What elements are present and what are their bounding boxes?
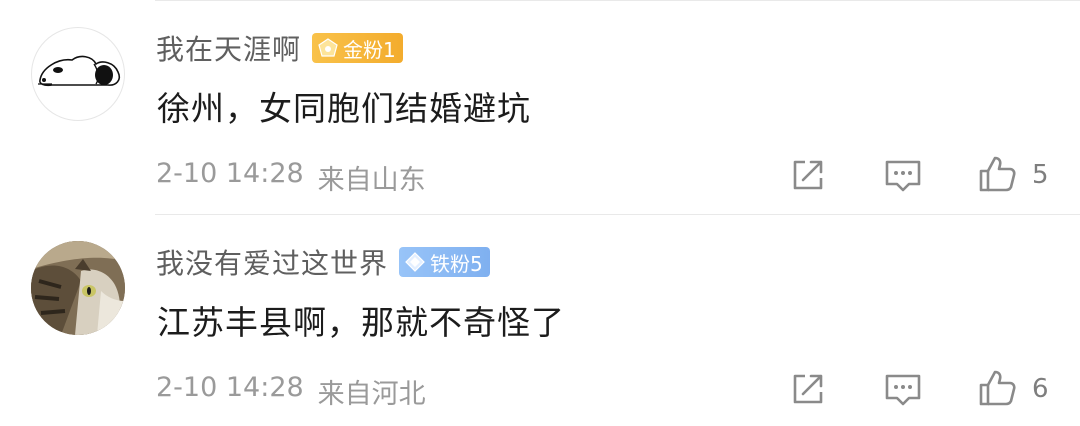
thumbs-up-icon <box>979 370 1016 406</box>
comment-meta: 2-10 14:28 来自河北 <box>156 372 426 411</box>
location: 来自河北 <box>317 379 426 410</box>
comment-text: 徐州，女同胞们结婚避坑 <box>157 89 531 128</box>
badge-label: 金粉1 <box>343 37 396 62</box>
avatar[interactable] <box>31 27 125 121</box>
snoopy-avatar-image <box>38 55 121 87</box>
timestamp: 2-10 14:28 <box>156 158 304 189</box>
username[interactable]: 我没有爱过这世界 <box>156 242 388 282</box>
comment-item: 我在天涯啊 金粉1 徐州，女同胞们结婚避坑 2-10 14:28 来自山东 5 <box>0 0 1080 212</box>
like-count: 6 <box>1032 374 1049 404</box>
fan-badge[interactable]: 金粉1 <box>312 33 403 63</box>
badge-label: 铁粉5 <box>430 251 483 276</box>
comment-item: 我没有爱过这世界 铁粉5 江苏丰县啊，那就不奇怪了 2-10 14:28 来自河… <box>0 214 1080 426</box>
username-row: 我没有爱过这世界 铁粉5 <box>156 242 490 282</box>
diamond-icon <box>404 251 426 273</box>
avatar[interactable] <box>31 241 125 335</box>
share-button[interactable] <box>788 155 828 195</box>
crown-icon <box>317 37 339 59</box>
thumbs-up-icon <box>979 156 1016 192</box>
fan-badge[interactable]: 铁粉5 <box>399 247 490 277</box>
share-button[interactable] <box>788 369 828 409</box>
comment-text: 江苏丰县啊，那就不奇怪了 <box>157 303 565 342</box>
like-count: 5 <box>1032 160 1049 190</box>
timestamp: 2-10 14:28 <box>156 372 304 403</box>
comment-meta: 2-10 14:28 来自山东 <box>156 158 426 197</box>
share-icon <box>793 160 823 190</box>
comment-reply-icon <box>885 374 921 406</box>
username-row: 我在天涯啊 金粉1 <box>156 28 403 68</box>
username[interactable]: 我在天涯啊 <box>156 28 301 68</box>
like-button[interactable] <box>977 154 1017 194</box>
share-icon <box>793 374 823 404</box>
reply-button[interactable] <box>883 155 923 195</box>
location: 来自山东 <box>317 165 426 196</box>
like-button[interactable] <box>977 368 1017 408</box>
comment-reply-icon <box>885 160 921 192</box>
reply-button[interactable] <box>883 369 923 409</box>
cat-avatar-image <box>31 241 125 335</box>
